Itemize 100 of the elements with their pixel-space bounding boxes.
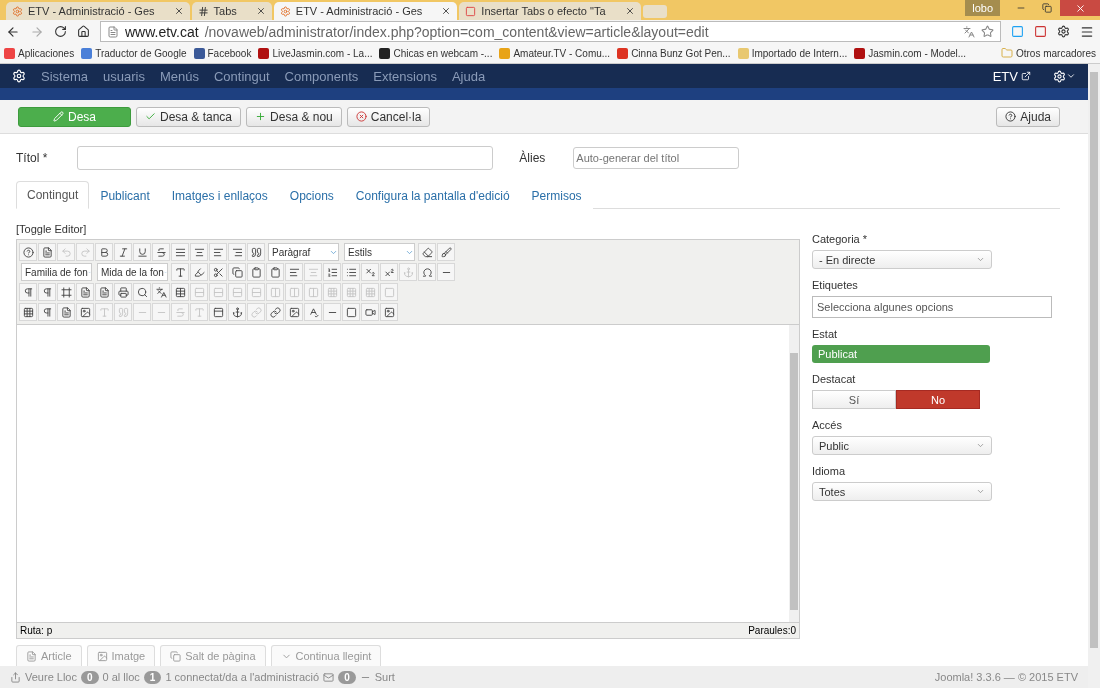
select-field[interactable]: - En directe (812, 250, 992, 269)
site-link[interactable]: ETV (992, 68, 1031, 84)
toolbar-button[interactable] (380, 303, 398, 321)
browser-tab[interactable]: Tabs (191, 2, 272, 20)
toolbar-button[interactable] (171, 283, 189, 301)
select-field[interactable]: Public (812, 436, 992, 455)
toolbar-button[interactable] (133, 283, 151, 301)
toolbar-button[interactable] (285, 263, 303, 281)
menu-item[interactable]: Components (284, 68, 359, 84)
toolbar-button[interactable] (342, 303, 360, 321)
toolbar-button[interactable] (247, 243, 265, 261)
toolbar-button[interactable] (57, 303, 75, 321)
toggle-editor-link[interactable]: [Toggle Editor] (16, 223, 87, 235)
menu-icon[interactable] (1080, 24, 1094, 39)
toolbar-button[interactable] (361, 263, 379, 281)
menu-item[interactable]: Ajuda (451, 68, 486, 84)
settings-icon[interactable] (1053, 69, 1076, 83)
close-icon[interactable] (441, 6, 452, 16)
select-field[interactable]: Totes (812, 482, 992, 501)
bookmark[interactable]: LiveJasmin.com - La... (258, 47, 373, 59)
close-icon[interactable] (624, 6, 635, 16)
toolbar-button[interactable] (228, 243, 246, 261)
bookmark[interactable]: Importado de Intern... (737, 47, 848, 59)
toolbar-button[interactable] (76, 283, 94, 301)
scrollbar-thumb[interactable] (790, 353, 798, 610)
toolbar-select[interactable]: Paràgraf (268, 243, 339, 261)
menu-item[interactable]: Contingut (213, 68, 270, 84)
toolbar-button[interactable] (228, 263, 246, 281)
toolbar-button[interactable] (114, 283, 132, 301)
toolbar-button[interactable] (418, 243, 436, 261)
toolbar-button[interactable] (266, 263, 284, 281)
toolbar-select[interactable]: Mida de la fon (97, 263, 168, 281)
toolbar-button[interactable] (361, 303, 379, 321)
toolbar-button[interactable] (95, 283, 113, 301)
joomla-logo-icon[interactable] (12, 69, 26, 83)
bookmark[interactable]: Traductor de Google (81, 47, 187, 59)
help-button[interactable]: Ajuda (996, 106, 1060, 127)
bookmark[interactable]: Aplicaciones (4, 47, 75, 59)
extension-icon[interactable] (1034, 25, 1047, 38)
toolbar-button[interactable] (209, 243, 227, 261)
toolbar-button[interactable] (38, 243, 56, 261)
toolbar-button[interactable] (152, 243, 170, 261)
tags-field[interactable]: Selecciona algunes opcions (812, 296, 1052, 318)
toolbar-button[interactable] (152, 283, 170, 301)
bookmark-folder[interactable]: Otros marcadores (1000, 47, 1096, 59)
toolbar-button[interactable] (190, 243, 208, 261)
toolbar-button[interactable] (266, 303, 284, 321)
toolbar-button[interactable] (76, 303, 94, 321)
toolbar-button[interactable] (247, 263, 265, 281)
address-bar[interactable]: www.etv.cat /novaweb/administrator/index.php?option=com_content&view=article&layout=edit (100, 21, 1001, 42)
toolbar-button[interactable] (209, 263, 227, 281)
toolbar-button[interactable]: Desa & nou (246, 106, 342, 127)
close-icon[interactable] (173, 6, 184, 16)
home-icon[interactable] (77, 25, 90, 38)
forward-icon[interactable] (30, 24, 44, 39)
toolbar-button[interactable] (285, 303, 303, 321)
toolbar-button[interactable] (19, 243, 37, 261)
toolbar-button[interactable] (190, 263, 208, 281)
browser-tab[interactable]: Insertar Tabs o efecto "Ta (459, 2, 641, 20)
bookmark[interactable]: Jasmin.com - Model... (854, 47, 967, 59)
toolbar-button[interactable] (38, 283, 56, 301)
toolbar-button[interactable] (19, 303, 37, 321)
toolbar-button[interactable] (114, 243, 132, 261)
bookmark[interactable]: Chicas en webcam -... (379, 47, 493, 59)
bookmark[interactable]: Amateur.TV - Comu... (499, 47, 611, 59)
toggle-option[interactable]: No (896, 390, 980, 409)
toolbar-button[interactable] (171, 263, 189, 281)
toolbar-button[interactable] (95, 243, 113, 261)
menu-item[interactable]: usuaris (102, 68, 145, 84)
toolbar-button[interactable] (57, 283, 75, 301)
toolbar-button[interactable] (209, 303, 227, 321)
bookmark[interactable]: Cinna Bunz Got Pen... (617, 47, 731, 59)
bookmark[interactable]: Facebook (193, 47, 252, 59)
alias-field[interactable]: Auto-generar del títol (573, 147, 740, 169)
toolbar-button[interactable] (342, 263, 360, 281)
toggle-option[interactable]: Sí (812, 390, 896, 409)
toolbar-button[interactable] (304, 303, 322, 321)
star-icon[interactable] (981, 25, 994, 38)
browser-tab[interactable]: ETV - Administració - Ges (273, 2, 458, 20)
menu-item[interactable]: Extensions (373, 68, 437, 84)
toolbar-select[interactable]: Familia de fon (21, 263, 92, 281)
title-field[interactable] (77, 146, 494, 170)
reload-icon[interactable] (54, 25, 67, 38)
toolbar-button[interactable] (380, 263, 398, 281)
toolbar-button[interactable]: Desa & tanca (136, 106, 242, 127)
toolbar-button[interactable] (133, 243, 151, 261)
toolbar-button[interactable] (228, 303, 246, 321)
extension-icon[interactable] (1057, 25, 1070, 38)
scrollbar-thumb[interactable] (1090, 72, 1098, 648)
menu-item[interactable]: Menús (159, 68, 199, 84)
toolbar-button[interactable]: Cancel·la (346, 106, 431, 127)
toolbar-button[interactable] (171, 243, 189, 261)
back-icon[interactable] (6, 24, 20, 39)
browser-tab[interactable]: ETV - Administració - Ges (6, 2, 190, 20)
tab[interactable]: Contingut (16, 181, 90, 209)
translate-icon[interactable] (963, 25, 975, 38)
toolbar-button[interactable] (19, 283, 37, 301)
toolbar-select[interactable]: Estils (344, 243, 415, 261)
close-icon[interactable] (255, 6, 266, 16)
toolbar-button[interactable] (437, 243, 455, 261)
